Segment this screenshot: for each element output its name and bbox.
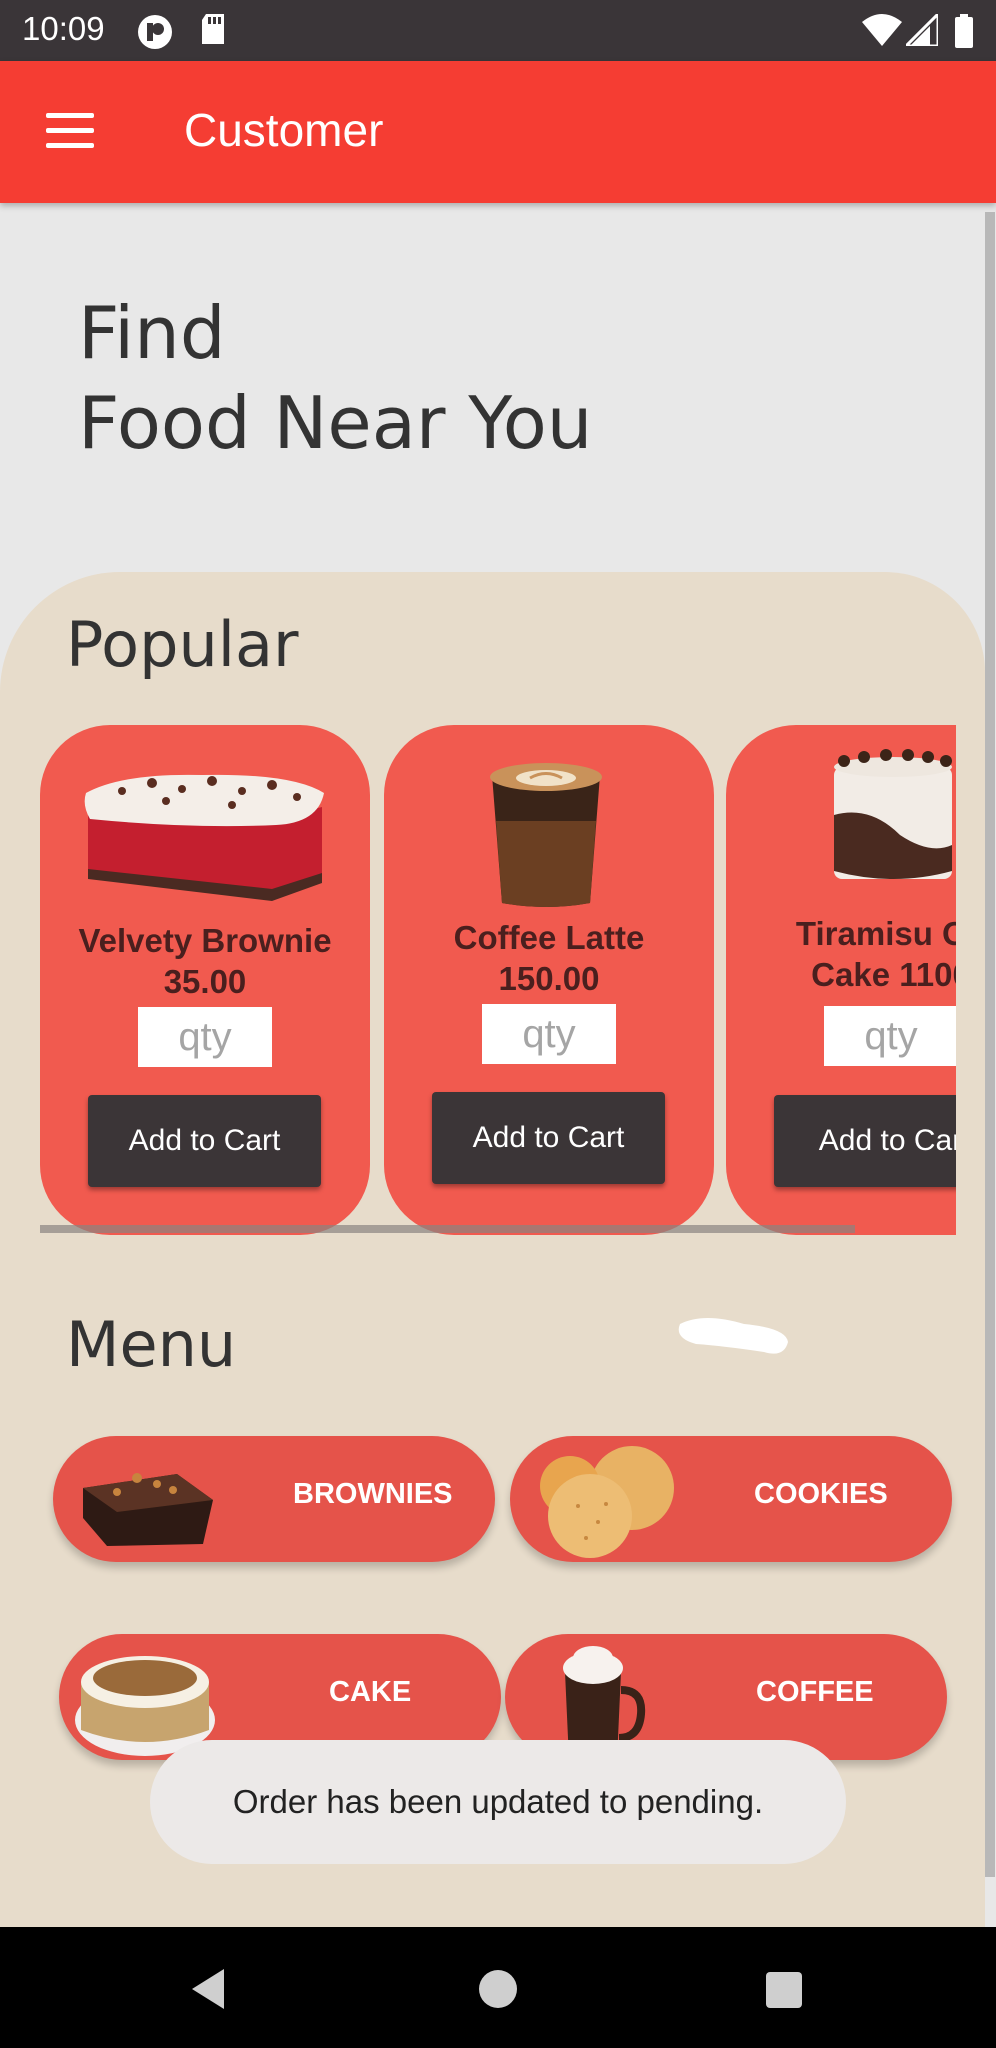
add-to-cart-button[interactable]: Add to Cart xyxy=(432,1092,665,1184)
item-price: 150.00 xyxy=(498,960,600,997)
popular-card: Tiramisu Ov Cake 1100 Add to Car xyxy=(726,725,956,1235)
menu-section-title: Menu xyxy=(66,1308,237,1381)
popular-card: Velvety Brownie 35.00 Add to Cart xyxy=(40,725,370,1235)
tiramisu-cake-image xyxy=(834,749,952,879)
category-label: BROWNIES xyxy=(293,1478,453,1510)
vertical-scrollbar[interactable] xyxy=(985,212,995,1877)
popular-carousel[interactable]: Velvety Brownie 35.00 Add to Cart Coffee… xyxy=(40,725,956,1235)
category-brownies-button[interactable]: BROWNIES xyxy=(53,1436,495,1562)
category-label: COOKIES xyxy=(754,1478,888,1510)
sd-card-icon xyxy=(202,14,224,44)
cookies-icon xyxy=(540,1446,674,1558)
back-icon[interactable] xyxy=(188,1967,228,2011)
add-to-cart-button[interactable]: Add to Car xyxy=(774,1095,956,1187)
item-price: Cake 1100 xyxy=(811,956,956,993)
category-label: COFFEE xyxy=(756,1676,874,1708)
popular-section-title: Popular xyxy=(66,608,299,681)
signal-icon xyxy=(906,14,938,46)
item-name: Velvety Brownie xyxy=(78,922,332,959)
toast-message: Order has been updated to pending. xyxy=(150,1740,846,1864)
headline-line-2: Food Near You xyxy=(78,381,593,465)
coffee-latte-image xyxy=(490,763,602,907)
app-title: Customer xyxy=(184,104,384,156)
status-time: 10:09 xyxy=(22,10,105,47)
brownie-icon xyxy=(83,1473,213,1546)
item-price: 35.00 xyxy=(163,963,247,1000)
status-bar: 10:09 xyxy=(0,0,996,61)
home-icon[interactable] xyxy=(478,1969,518,2009)
brownie-image xyxy=(84,774,325,901)
qty-input[interactable] xyxy=(482,1004,616,1064)
item-name: Coffee Latte xyxy=(453,919,645,956)
category-label: CAKE xyxy=(329,1676,412,1708)
recents-icon[interactable] xyxy=(765,1971,803,2009)
page-headline: Find Food Near You xyxy=(78,288,592,468)
notification-app-icon xyxy=(138,15,172,49)
category-cookies-button[interactable]: COOKIES xyxy=(510,1436,952,1562)
screen-smudge xyxy=(678,1318,788,1354)
headline-line-1: Find xyxy=(78,291,226,375)
add-to-cart-button[interactable]: Add to Cart xyxy=(88,1095,321,1187)
popular-scroll-indicator xyxy=(40,1225,855,1233)
wifi-icon xyxy=(862,14,902,46)
qty-input[interactable] xyxy=(138,1007,272,1067)
hamburger-menu-icon[interactable] xyxy=(46,113,96,149)
battery-icon xyxy=(955,14,973,48)
item-name: Tiramisu Ov xyxy=(795,915,956,952)
app-bar: Customer xyxy=(0,61,996,203)
qty-input[interactable] xyxy=(824,1006,956,1066)
popular-card: Coffee Latte 150.00 Add to Cart xyxy=(384,725,714,1235)
navigation-bar xyxy=(0,1927,996,2048)
